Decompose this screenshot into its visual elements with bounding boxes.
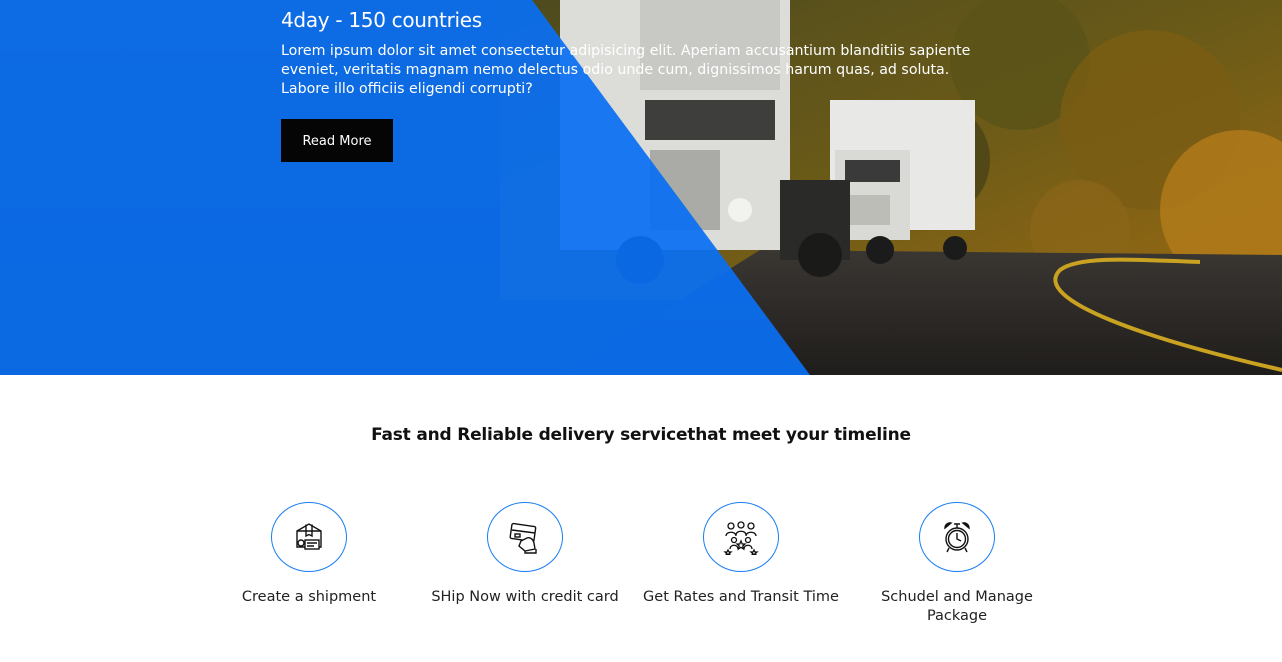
alarm-clock-icon (944, 522, 970, 553)
credit-card-hand-icon (509, 522, 537, 554)
feature-label: Create a shipment (241, 589, 377, 605)
feature-label: Get Rates and Transit Time (643, 589, 839, 605)
hero-banner: 4day - 150 countries Lorem ipsum dolor s… (0, 0, 1282, 375)
feature-label: SHip Now with credit card (431, 589, 619, 605)
feature-icon-circle[interactable] (919, 502, 995, 572)
feature-rates-transit[interactable]: Get Rates and Transit Time (641, 502, 841, 607)
hero-content: 4day - 150 countries Lorem ipsum dolor s… (281, 6, 1011, 162)
hero-title: 4day - 150 countries (281, 8, 482, 32)
feature-label: Schudel and Manage Package (881, 589, 1033, 624)
section-title: Fast and Reliable delivery servicethat m… (371, 425, 911, 445)
people-rating-stars-icon (723, 521, 759, 555)
feature-icon-circle[interactable] (703, 502, 779, 572)
read-more-button[interactable]: Read More (281, 119, 393, 162)
hero-description: Lorem ipsum dolor sit amet consectetur a… (281, 43, 971, 97)
feature-icon-circle[interactable] (271, 502, 347, 572)
package-box-icon (296, 523, 322, 550)
feature-schedule-manage[interactable]: Schudel and Manage Package (857, 502, 1057, 626)
feature-icon-circle[interactable] (487, 502, 563, 572)
feature-ship-credit-card[interactable]: SHip Now with credit card (425, 502, 625, 607)
feature-create-shipment[interactable]: Create a shipment (209, 502, 409, 607)
